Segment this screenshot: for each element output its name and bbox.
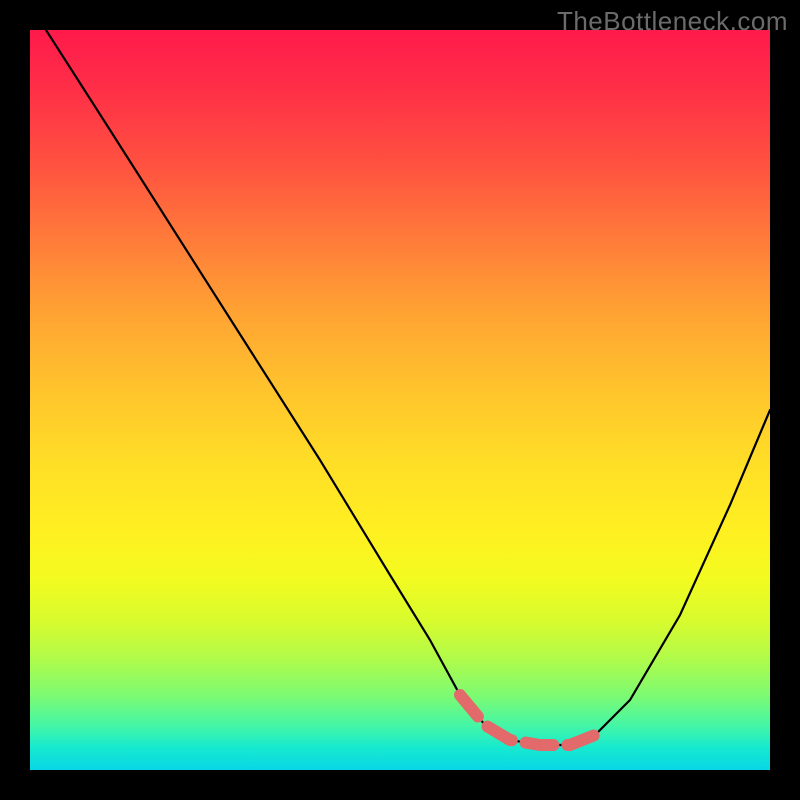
watermark-text: TheBottleneck.com (557, 6, 788, 37)
plot-area (30, 30, 770, 770)
chart-frame: TheBottleneck.com (0, 0, 800, 800)
pink-segment (460, 695, 595, 745)
curve-svg (30, 30, 770, 770)
bottleneck-curve (46, 30, 770, 745)
